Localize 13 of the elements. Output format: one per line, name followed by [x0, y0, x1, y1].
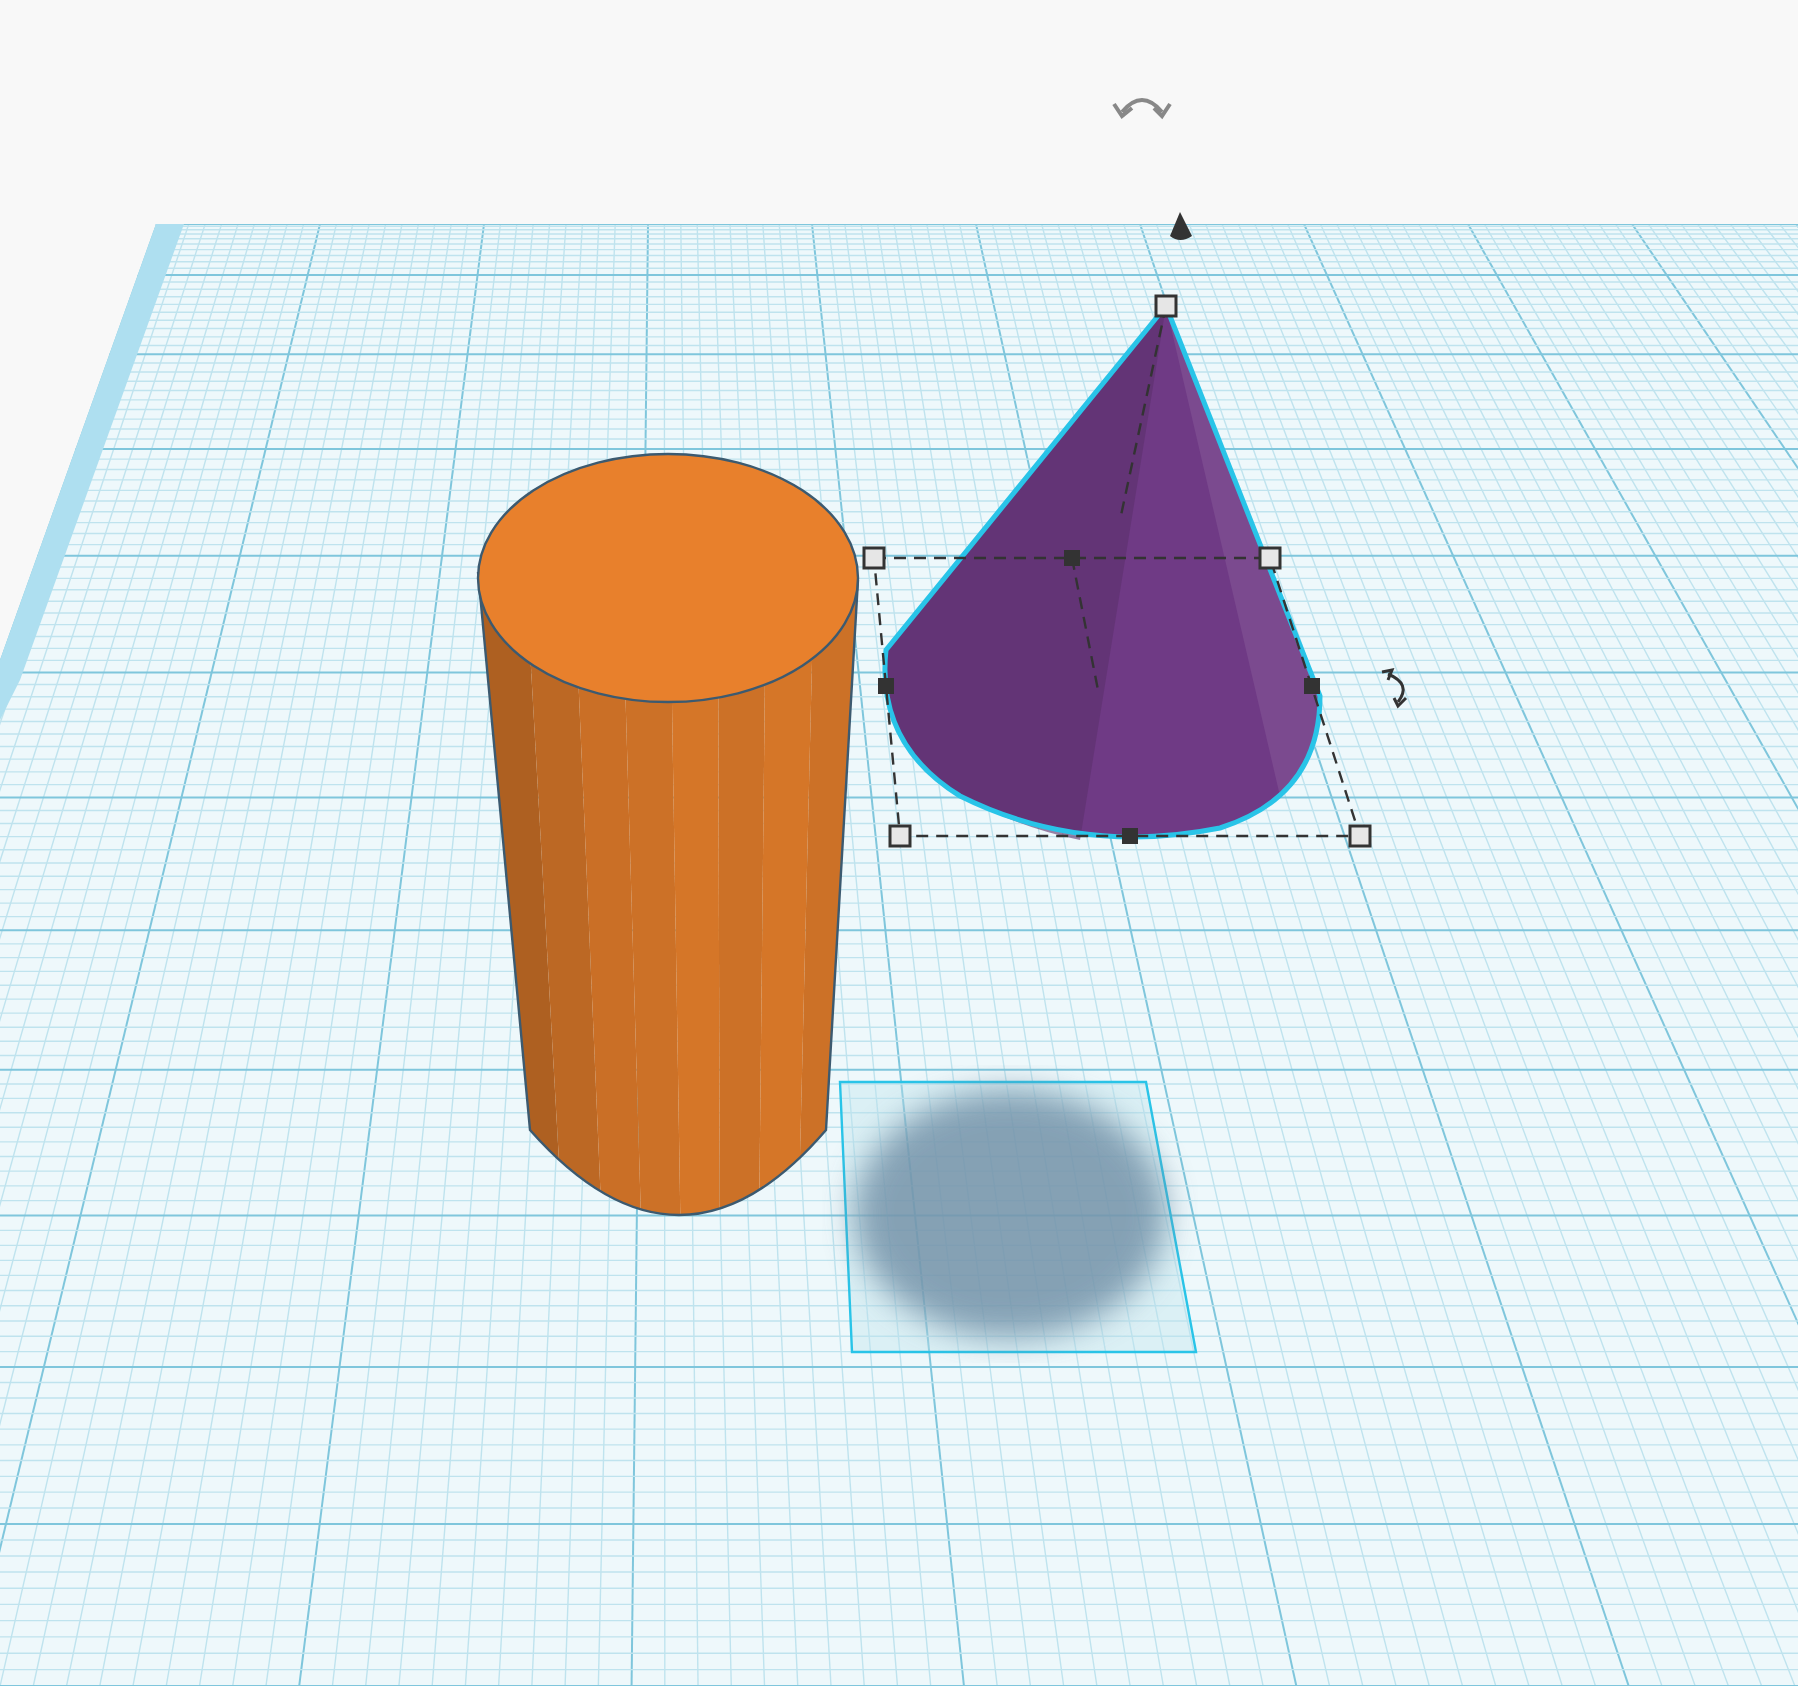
- cylinder-drawing[interactable]: [476, 452, 860, 1216]
- resize-handle[interactable]: [1258, 546, 1282, 570]
- resize-handle[interactable]: [878, 678, 894, 694]
- height-handle-icon[interactable]: [1170, 212, 1192, 240]
- resize-handle[interactable]: [1122, 828, 1138, 844]
- resize-handle[interactable]: [888, 824, 912, 848]
- rotate-handle-icon[interactable]: [1380, 668, 1408, 709]
- rotate-handle-icon[interactable]: [1112, 98, 1172, 120]
- resize-handle[interactable]: [1154, 294, 1178, 318]
- resize-handle[interactable]: [1064, 550, 1080, 566]
- resize-handle[interactable]: [1348, 824, 1372, 848]
- resize-handle[interactable]: [1304, 678, 1320, 694]
- resize-handle[interactable]: [862, 546, 886, 570]
